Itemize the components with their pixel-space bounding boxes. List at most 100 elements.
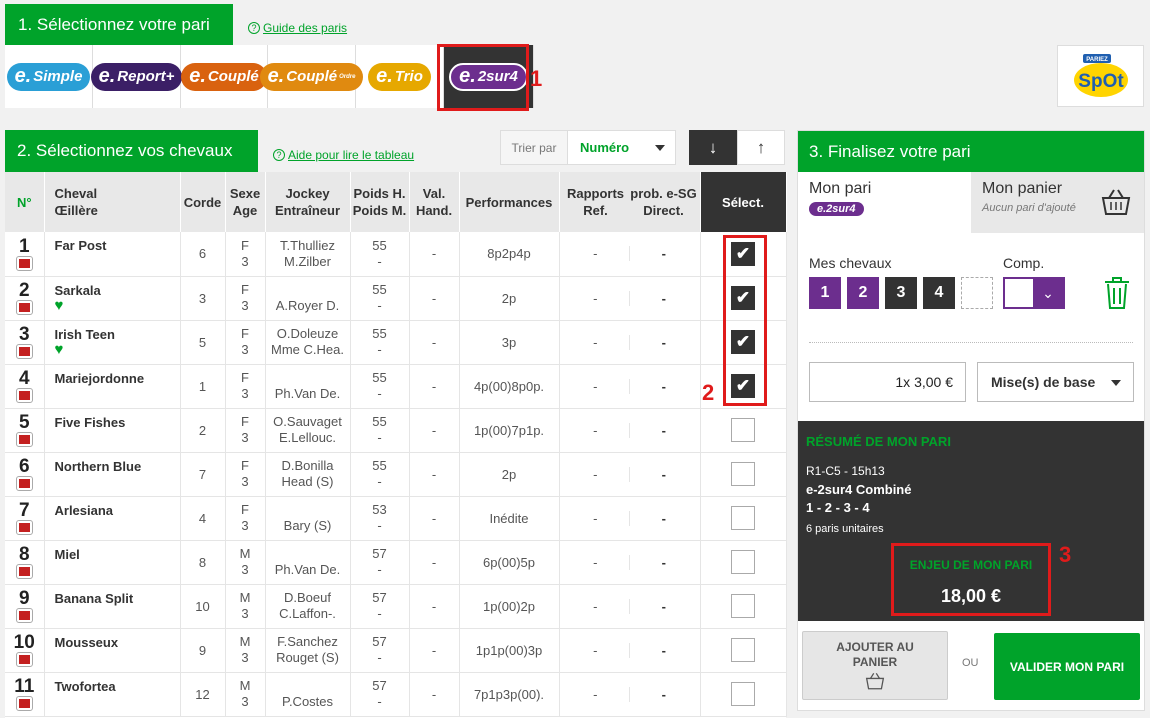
empty-horse-slot[interactable] xyxy=(961,277,993,309)
rapports-split: -- xyxy=(562,246,698,262)
rapports-split: -- xyxy=(562,422,698,438)
cell-select xyxy=(700,672,787,717)
horse-select-checkbox[interactable] xyxy=(731,462,755,486)
bet-type-badge: e.2sur4 xyxy=(809,202,864,216)
header-number[interactable]: N° xyxy=(5,172,45,232)
trash-icon[interactable] xyxy=(1103,276,1131,310)
selected-horse-chip[interactable]: 4 xyxy=(923,277,955,309)
annotation-box-1 xyxy=(437,44,529,111)
comp-label: Comp. xyxy=(1003,255,1045,271)
mise-input[interactable]: 1x 3,00 € xyxy=(809,362,966,402)
header-rapports[interactable]: Rapports Ref. prob. e-SG Direct. xyxy=(559,172,701,232)
jockey-silk-icon xyxy=(15,344,33,359)
annotation-box-3: ENJEU DE MON PARI 18,00 € xyxy=(891,543,1051,616)
cell-select xyxy=(700,540,787,585)
table-row: 11 Twofortea 12 M 3 P.Costes 57- -7p1p3p(00). - - xyxy=(5,672,787,717)
poids-m: - xyxy=(377,694,382,709)
horse-sexe: M xyxy=(239,634,251,649)
poids-m: - xyxy=(377,253,382,269)
table-help-label[interactable]: Aide pour lire le tableau xyxy=(288,148,414,162)
selected-horse-chip[interactable]: 1 xyxy=(809,277,841,309)
bet-type-pill: e. Couplé Ordre xyxy=(259,62,364,91)
tab-mon-panier[interactable]: Mon panier Aucun pari d'ajouté xyxy=(971,172,1144,233)
mise-base-select[interactable]: Mise(s) de base xyxy=(977,362,1134,402)
cell-jockey: O.Sauvaget E.Lellouc. xyxy=(265,408,351,453)
validate-bet-button[interactable]: VALIDER MON PARI xyxy=(994,633,1140,700)
heart-icon[interactable]: ♥ xyxy=(55,298,178,313)
poids-m: - xyxy=(377,606,382,621)
horse-age: 3 xyxy=(241,342,249,357)
guide-link[interactable]: ? Guide des paris xyxy=(248,21,347,35)
logo-name-text: SpOt xyxy=(1078,71,1124,92)
cell-horse-name: Arlesiana xyxy=(44,496,181,541)
header-performances[interactable]: Performances xyxy=(459,172,560,232)
selected-horse-chip[interactable]: 2 xyxy=(847,277,879,309)
bet-type-2[interactable]: e. Couplé xyxy=(181,45,268,108)
sort-select[interactable]: Trier par Numéro xyxy=(500,130,676,165)
cell-select xyxy=(700,452,787,497)
sort-descending-button[interactable]: ↓ xyxy=(689,130,737,165)
header-sexe[interactable]: Sexe Age xyxy=(225,172,266,232)
selected-horse-chip[interactable]: 3 xyxy=(885,277,917,309)
race-info: R1-C5 - 15h13 xyxy=(806,464,885,478)
header-val[interactable]: Val. Hand. xyxy=(409,172,460,232)
bet-type-1[interactable]: e. Report+ xyxy=(90,45,183,108)
chevron-down-icon[interactable] xyxy=(655,144,665,151)
bet-type-prefix: e. xyxy=(98,65,116,87)
guide-link-wrap[interactable]: ? Guide des paris xyxy=(248,19,347,37)
cell-val-hand: - xyxy=(409,364,460,409)
rapport-ref: - xyxy=(593,378,598,394)
horse-sexe: F xyxy=(241,326,249,341)
horse-select-checkbox[interactable] xyxy=(731,550,755,574)
header-cheval[interactable]: Cheval Œillère xyxy=(44,172,181,232)
trainer-name: M.Zilber xyxy=(284,253,331,269)
horse-number: 7 xyxy=(18,500,30,521)
heart-icon[interactable]: ♥ xyxy=(55,342,178,357)
guide-link-label[interactable]: Guide des paris xyxy=(263,21,347,35)
pariez-spot-logo[interactable]: PARIEZ SpOt xyxy=(1057,45,1144,107)
bet-type-3[interactable]: e. Couplé Ordre xyxy=(259,45,364,108)
rapports-split: -- xyxy=(562,642,698,658)
cell-performances: 7p1p3p(00). xyxy=(459,672,560,717)
cell-val-hand: - xyxy=(409,584,460,629)
poids-m: - xyxy=(377,342,382,357)
cell-poids: 55- xyxy=(350,364,410,409)
annotation-number-2: 2 xyxy=(702,380,715,405)
header-rapports-col: Rapports Ref. xyxy=(562,185,630,219)
bet-type-name: Couplé xyxy=(207,68,259,85)
cell-rapports: -- xyxy=(559,584,701,629)
jockey-silk-icon xyxy=(15,300,33,315)
section2-title: 2. Sélectionnez vos chevaux xyxy=(5,130,258,172)
cell-corde: 1 xyxy=(180,364,226,409)
cell-horse-name: Miel xyxy=(44,540,181,585)
horse-name: Irish Teen xyxy=(54,326,115,342)
horse-select-checkbox[interactable] xyxy=(731,418,755,442)
tab-mon-pari-label: Mon pari xyxy=(809,180,872,197)
enjeu-label: ENJEU DE MON PARI xyxy=(909,558,1033,572)
bet-type-prefix: e. xyxy=(376,65,393,87)
horse-select-checkbox[interactable] xyxy=(731,594,755,618)
bet-type-0[interactable]: e. Simple xyxy=(5,45,93,108)
cell-performances: 1p(00)7p1p. xyxy=(459,408,560,453)
sort-value[interactable]: Numéro xyxy=(568,140,655,155)
header-poids[interactable]: Poids H. Poids M. xyxy=(350,172,410,232)
cell-number: 11 xyxy=(5,672,45,717)
complement-select[interactable]: ⌄ xyxy=(1003,277,1065,309)
horse-select-checkbox[interactable] xyxy=(731,506,755,530)
horse-select-checkbox[interactable] xyxy=(731,682,755,706)
header-jockey[interactable]: Jockey Entraîneur xyxy=(265,172,351,232)
help-link-wrap[interactable]: ? Aide pour lire le tableau xyxy=(273,146,414,164)
horse-age: 3 xyxy=(241,430,249,445)
sort-ascending-button[interactable]: ↑ xyxy=(737,130,785,165)
table-help-link[interactable]: ? Aide pour lire le tableau xyxy=(273,148,414,162)
cell-corde: 6 xyxy=(180,232,226,277)
header-rapports-line2: Ref. xyxy=(583,203,608,218)
horse-select-checkbox[interactable] xyxy=(731,638,755,662)
cell-horse-name: Far Post xyxy=(44,232,181,277)
add-to-cart-button[interactable]: AJOUTER AU PANIER xyxy=(802,631,948,700)
bet-type-4[interactable]: e. Trio xyxy=(356,45,444,108)
header-corde[interactable]: Corde xyxy=(180,172,226,232)
cell-val-hand: - xyxy=(409,452,460,497)
tab-mon-pari[interactable]: Mon pari e.2sur4 xyxy=(798,172,971,233)
cell-poids: 55- xyxy=(350,232,410,277)
